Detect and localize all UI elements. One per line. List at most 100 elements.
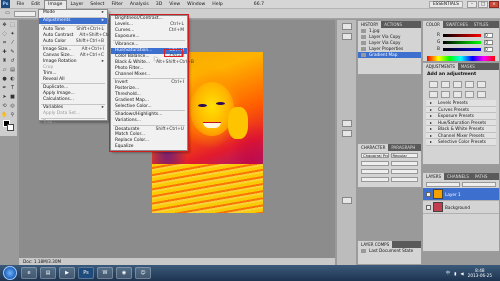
blend-mode-select[interactable] [426,181,460,187]
layer-comps-panel-icon[interactable] [341,197,352,204]
workspace-switcher[interactable]: ESSENTIALS [428,0,463,8]
blur-tool-icon[interactable]: ● [1,76,8,83]
menu-file[interactable]: File [13,0,28,9]
tab-layers[interactable]: LAYERS [423,173,445,180]
minimize-button[interactable]: – [467,0,477,8]
tab-channels[interactable]: CHANNELS [444,173,472,180]
media-player-icon[interactable]: ▶ [59,267,75,279]
crop-tool-icon[interactable]: ⌗ [1,40,8,47]
tab-swatches[interactable]: SWATCHES [443,21,471,28]
layer-name[interactable]: Background [445,205,470,210]
layer-row[interactable]: Background [423,201,499,214]
tab-character[interactable]: CHARACTER [358,144,389,151]
color-balance-icon[interactable] [441,91,450,98]
adjustments-menu-item[interactable]: Exposure... [111,34,187,40]
image-menu-item[interactable]: Calculations... [39,97,107,103]
tab-styles[interactable]: STYLES [471,21,492,28]
tab-color[interactable]: COLOR [423,21,443,28]
ie-icon[interactable]: e [21,267,37,279]
character-panel-icon[interactable] [341,120,352,127]
brightness-icon[interactable] [429,81,438,88]
3d-orbit-icon[interactable]: ◎ [9,103,16,110]
color-spectrum[interactable] [427,56,495,61]
adjustments-menu-item[interactable]: Equalize [111,144,187,150]
hue-saturation-icon[interactable] [429,91,438,98]
eyedropper-icon[interactable]: ⁄ [9,40,16,47]
network-icon[interactable]: ▮ [454,271,456,276]
opacity-field[interactable] [462,181,496,187]
volume-icon[interactable]: ◀ [460,271,463,276]
photo-filter-icon[interactable] [465,91,474,98]
gradient-tool-icon[interactable]: ▤ [9,67,16,74]
maximize-button[interactable]: □ [478,0,488,8]
menu-window[interactable]: Window [184,0,209,9]
tracking-field[interactable] [390,168,418,174]
folder-icon[interactable]: ▤ [40,267,56,279]
dodge-tool-icon[interactable]: ◐ [9,76,16,83]
chrome-icon[interactable]: ◉ [116,267,132,279]
image-menu-item[interactable]: Reveal All [39,77,107,83]
path-selection-icon[interactable]: ➤ [1,94,8,101]
image-menu-item[interactable]: Mode ▸ [39,10,107,16]
zoom-tool-icon[interactable]: ⚲ [9,112,16,119]
image-menu-item[interactable]: Adjustments ▸ [39,18,107,25]
menu-select[interactable]: Select [87,0,108,9]
3d-rotate-icon[interactable]: ⟲ [1,103,8,110]
eraser-icon[interactable]: ▱ [1,67,8,74]
layer-name[interactable]: Layer 1 [445,192,461,197]
vibrance-icon[interactable] [477,81,486,88]
clone-stamp-icon[interactable]: ♜ [1,58,8,65]
preset-item[interactable]: Selective Color Presets [426,139,496,146]
layer-comp-item[interactable]: Last Document State [358,248,421,254]
shape-tool-icon[interactable]: ■ [9,94,16,101]
tab-actions[interactable]: ACTIONS [381,21,405,28]
font-family-select[interactable]: Chaparral Pro [361,152,389,158]
tab-masks[interactable]: MASKS [458,63,478,70]
paragraph-panel-icon[interactable] [341,130,352,137]
vertical-scale-field[interactable] [361,176,389,182]
black-white-icon[interactable] [453,91,462,98]
tab-layer-comps[interactable]: LAYER COMPS [358,241,393,248]
hand-tool-icon[interactable]: ✋ [1,112,8,119]
history-panel-icon[interactable] [341,23,352,30]
leading-field[interactable] [390,160,418,166]
tool-preset-icon[interactable]: ▭ [4,10,11,17]
clock[interactable]: 8:48 2013-06-25 [468,268,492,278]
color-slider-b[interactable]: B 0 [423,46,499,53]
visibility-eye-icon[interactable] [426,191,431,197]
type-tool-icon[interactable]: T [9,85,16,92]
color-slider-r[interactable]: R 0 [423,32,499,39]
font-size-field[interactable] [361,160,389,166]
tab-adjustments[interactable]: ADJUSTMENTS [423,63,458,70]
image-menu-item[interactable]: Auto Color Shift+Ctrl+B [39,39,107,45]
word-icon[interactable]: W [97,267,113,279]
color-slider-g[interactable]: G 0 [423,39,499,46]
menu-layer[interactable]: Layer [67,0,87,9]
adjustments-menu-item[interactable]: Selective Color... [111,104,187,110]
healing-brush-icon[interactable]: ✚ [1,49,8,56]
channel-mixer-icon[interactable] [477,91,486,98]
marquee-tool-icon[interactable]: ⬚ [9,22,16,29]
ime-indicator[interactable]: 中 [446,270,450,276]
exposure-icon[interactable] [465,81,474,88]
qq-icon[interactable]: ☺ [135,267,151,279]
menu-filter[interactable]: Filter [108,0,126,9]
magic-wand-icon[interactable]: ✦ [9,31,16,38]
font-style-select[interactable]: Regular [390,152,418,158]
menu-analysis[interactable]: Analysis [126,0,152,9]
tab-paragraph[interactable]: PARAGRAPH [388,144,418,151]
menu-edit[interactable]: Edit [28,0,44,9]
tab-history[interactable]: HISTORY [358,21,382,28]
background-color-swatch[interactable] [7,124,14,131]
levels-icon[interactable] [441,81,450,88]
adjustments-menu-item[interactable]: Variations... [111,118,187,124]
kerning-field[interactable] [361,168,389,174]
brush-tool-icon[interactable]: ✎ [9,49,16,56]
move-tool-icon[interactable]: ✥ [1,22,8,29]
menu-view[interactable]: View [166,0,184,9]
pen-tool-icon[interactable]: ✒ [1,85,8,92]
start-button[interactable] [3,266,17,280]
curves-icon[interactable] [453,81,462,88]
history-item-selected[interactable]: Gradient Map [358,52,421,58]
visibility-eye-icon[interactable] [426,204,431,210]
